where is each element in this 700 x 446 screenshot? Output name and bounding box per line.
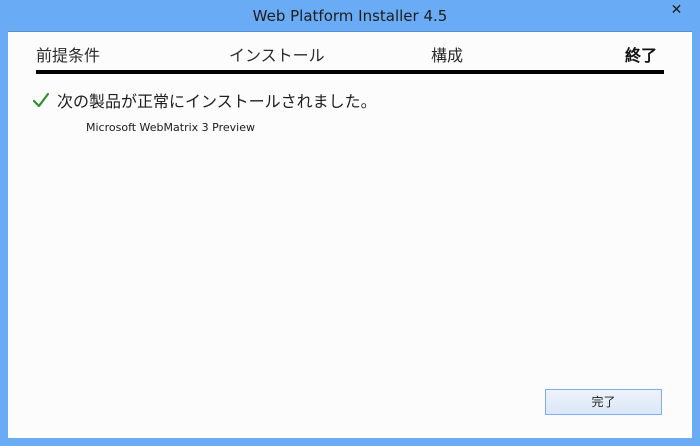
step-prerequisites: 前提条件 <box>36 46 101 65</box>
step-finish: 終了 <box>625 46 658 65</box>
titlebar[interactable]: Web Platform Installer 4.5 ✕ <box>0 0 700 31</box>
check-icon <box>33 92 49 108</box>
installer-window: Web Platform Installer 4.5 ✕ 前提条件 インストール… <box>0 0 700 446</box>
finish-button-label: 完了 <box>591 395 616 409</box>
close-icon: ✕ <box>670 2 683 18</box>
window-title: Web Platform Installer 4.5 <box>252 7 448 25</box>
step-configure: 構成 <box>431 46 464 65</box>
close-button[interactable]: ✕ <box>661 0 692 20</box>
progress-steps: 前提条件 インストール 構成 終了 <box>36 45 663 73</box>
progress-rule <box>36 70 664 74</box>
client-area: 前提条件 インストール 構成 終了 次の製品が正常にインストールされました。 M… <box>8 31 692 438</box>
success-message: 次の製品が正常にインストールされました。 <box>57 92 377 111</box>
step-install: インストール <box>229 46 325 65</box>
finish-button[interactable]: 完了 <box>545 389 662 415</box>
installed-product: Microsoft WebMatrix 3 Preview <box>86 121 255 134</box>
